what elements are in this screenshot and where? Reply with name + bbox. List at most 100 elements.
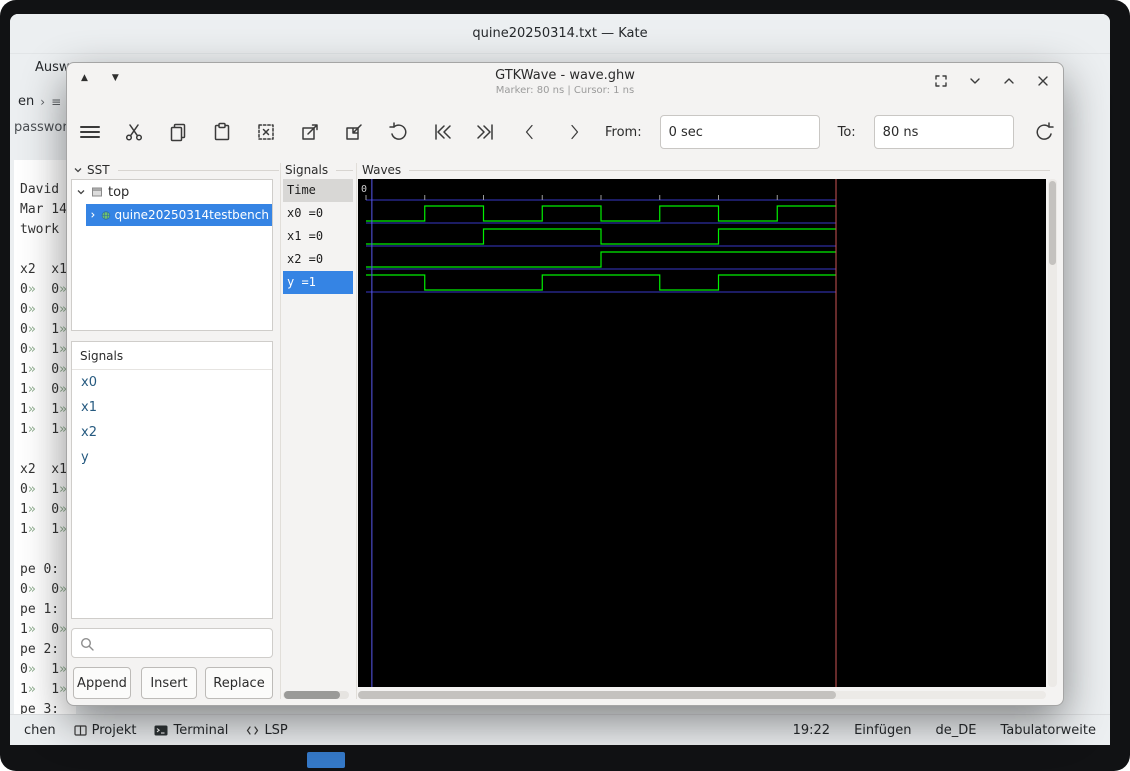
sst-label: SST	[87, 163, 110, 177]
wave-canvas[interactable]: 0	[358, 179, 1046, 687]
kate-titlebar[interactable]: quine20250314.txt — Kate	[10, 14, 1110, 54]
scrollbar-thumb[interactable]	[358, 691, 836, 699]
paste-button[interactable]	[209, 117, 235, 147]
signal-row-y[interactable]: y =1	[283, 271, 353, 294]
statusbar-lsp-toggle[interactable]: LSP	[246, 723, 287, 738]
gtkwave-titlebar: GTKWave - wave.ghw Marker: 80 ns | Curso…	[67, 68, 1063, 96]
code-icon	[246, 724, 259, 737]
reload-icon	[1034, 121, 1056, 143]
jump-start-button[interactable]	[429, 117, 455, 147]
jump-end-button[interactable]	[473, 117, 499, 147]
shade-up-button[interactable]	[997, 69, 1021, 93]
sst-signal-y[interactable]: y	[72, 445, 272, 470]
copy-icon	[167, 121, 189, 143]
sidebar-text-fragment: en	[18, 94, 34, 109]
sst-frame-header[interactable]: SST	[73, 163, 279, 177]
menu-button[interactable]	[77, 117, 103, 147]
taskbar-item[interactable]	[307, 752, 345, 768]
signals-frame-header: Signals	[285, 163, 353, 177]
frame-button[interactable]	[929, 69, 953, 93]
tree-item-label: quine20250314testbench	[115, 208, 269, 222]
gtkwave-toolbar: From: To:	[67, 107, 1063, 157]
statusbar-terminal-toggle[interactable]: Terminal	[154, 723, 228, 738]
signal-row-time[interactable]: Time	[283, 179, 353, 202]
search-icon	[79, 636, 95, 652]
prev-edge-button[interactable]	[517, 117, 543, 147]
tree-item-top[interactable]: top	[72, 180, 272, 204]
jump-end-icon	[475, 121, 497, 143]
zoom-fit-icon	[255, 121, 277, 143]
statusbar-locale[interactable]: de_DE	[935, 723, 976, 738]
expander-down-icon	[73, 165, 83, 175]
waves-frame-header: Waves	[362, 163, 1050, 177]
cut-icon	[123, 121, 145, 143]
project-icon	[74, 724, 87, 737]
kate-menu-item[interactable]: Ausw	[35, 60, 70, 75]
statusbar-terminal-label: Terminal	[173, 723, 228, 738]
append-button[interactable]: Append	[73, 667, 131, 699]
signal-row-x2[interactable]: x2 =0	[283, 248, 353, 271]
kate-statusbar: chen Projekt Terminal LSP 19:22 Einfügen…	[10, 714, 1110, 745]
insert-button[interactable]: Insert	[141, 667, 197, 699]
signal-row-x1[interactable]: x1 =0	[283, 225, 353, 248]
frame-icon	[932, 72, 950, 90]
waves-label: Waves	[362, 163, 401, 177]
menu-icon	[78, 121, 102, 143]
expander-down-icon	[76, 187, 86, 197]
tree-item-label: top	[108, 185, 129, 200]
expander-right-icon	[89, 210, 97, 220]
scrollbar-thumb[interactable]	[284, 691, 340, 699]
close-icon	[1034, 72, 1052, 90]
zoom-out-icon	[343, 121, 365, 143]
scroll-down-button[interactable]: ▼	[112, 73, 119, 83]
from-field[interactable]	[660, 115, 820, 149]
statusbar-search-toggle[interactable]: chen	[24, 723, 56, 738]
kate-title: quine20250314.txt — Kate	[472, 26, 647, 41]
paned-handle[interactable]	[280, 163, 281, 699]
gtkwave-window: ▲ ▼ GTKWave - wave.ghw Marker: 80 ns | C…	[66, 62, 1064, 706]
zoom-in-icon	[299, 121, 321, 143]
sst-signals-box: Signals x0x1x2y	[71, 341, 273, 619]
wave-svg[interactable]: 0	[358, 179, 1046, 687]
terminal-icon	[154, 724, 168, 737]
marker-cursor-status: Marker: 80 ns | Cursor: 1 ns	[67, 85, 1063, 96]
scrollbar-thumb[interactable]	[1049, 181, 1056, 265]
sst-search-input[interactable]	[98, 630, 268, 656]
reload-button[interactable]	[1032, 117, 1058, 147]
sst-signal-x0[interactable]: x0	[72, 370, 272, 395]
statusbar-projekt-label: Projekt	[92, 723, 137, 738]
zoom-fit-button[interactable]	[253, 117, 279, 147]
signals-label: Signals	[285, 163, 328, 177]
from-label: From:	[605, 125, 642, 140]
to-label: To:	[838, 125, 856, 140]
close-button[interactable]	[1031, 69, 1055, 93]
chevron-down-icon	[966, 72, 984, 90]
to-field[interactable]	[874, 115, 1014, 149]
sst-signal-x2[interactable]: x2	[72, 420, 272, 445]
cut-button[interactable]	[121, 117, 147, 147]
zoom-in-button[interactable]	[297, 117, 323, 147]
kate-sidebar-item[interactable]: passwor	[14, 120, 68, 135]
waves-hscrollbar[interactable]	[358, 691, 1046, 699]
zoom-out-button[interactable]	[341, 117, 367, 147]
statusbar-tabwidth[interactable]: Tabulatorweite	[1000, 723, 1096, 738]
sst-signal-list: x0x1x2y	[72, 370, 272, 470]
paned-handle[interactable]	[356, 163, 357, 699]
copy-button[interactable]	[165, 117, 191, 147]
scroll-up-button[interactable]: ▲	[81, 73, 88, 83]
signals-hscrollbar[interactable]	[283, 691, 349, 699]
sst-signal-x1[interactable]: x1	[72, 395, 272, 420]
svg-text:0: 0	[361, 184, 367, 195]
next-edge-button[interactable]	[561, 117, 587, 147]
replace-button[interactable]: Replace	[205, 667, 273, 699]
statusbar-input-mode[interactable]: Einfügen	[854, 723, 911, 738]
waves-vscrollbar[interactable]	[1048, 179, 1057, 687]
signal-row-x0[interactable]: x0 =0	[283, 202, 353, 225]
undo-button[interactable]	[385, 117, 411, 147]
tree-item-testbench[interactable]: quine20250314testbench	[86, 204, 272, 226]
statusbar-lsp-label: LSP	[264, 723, 287, 738]
shade-down-button[interactable]	[963, 69, 987, 93]
undo-icon	[387, 121, 409, 143]
statusbar-projekt-toggle[interactable]: Projekt	[74, 723, 137, 738]
sst-tree: top quine20250314testbench	[71, 179, 273, 331]
